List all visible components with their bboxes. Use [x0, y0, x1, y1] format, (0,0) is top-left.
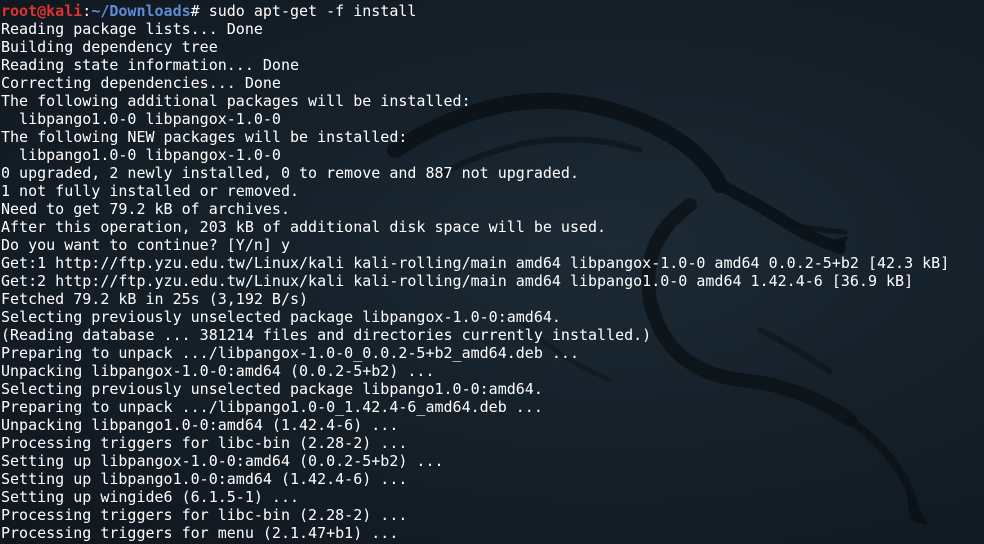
output-line: Processing triggers for libc-bin (2.28-2… — [1, 434, 408, 452]
command-line: root@kali:~/Downloads# sudo apt-get -f i… — [1, 2, 949, 20]
output-line: Preparing to unpack .../libpangox-1.0-0_… — [1, 344, 579, 362]
output-line: Preparing to unpack .../libpango1.0-0_1.… — [1, 398, 543, 416]
prompt-path: ~/Downloads — [91, 2, 191, 20]
output-line: The following additional packages will b… — [1, 92, 471, 110]
prompt-at: @ — [37, 2, 47, 20]
output-line: Correcting dependencies... Done — [1, 74, 281, 92]
prompt-symbol: # — [190, 2, 200, 20]
output-line: Processing triggers for libc-bin (2.28-2… — [1, 506, 408, 524]
output-line: After this operation, 203 kB of addition… — [1, 218, 607, 236]
output-line: Unpacking libpangox-1.0-0:amd64 (0.0.2-5… — [1, 362, 435, 380]
output-line: Do you want to continue? [Y/n] y — [1, 236, 290, 254]
output-line: Unpacking libpango1.0-0:amd64 (1.42.4-6)… — [1, 416, 399, 434]
output-line: Setting up libpangox-1.0-0:amd64 (0.0.2-… — [1, 452, 444, 470]
output-line: Get:2 http://ftp.yzu.edu.tw/Linux/kali k… — [1, 272, 914, 290]
output-line: Setting up libpango1.0-0:amd64 (1.42.4-6… — [1, 470, 408, 488]
output-line: Need to get 79.2 kB of archives. — [1, 200, 290, 218]
output-line: Get:1 http://ftp.yzu.edu.tw/Linux/kali k… — [1, 254, 950, 272]
prompt-user: root — [1, 2, 38, 20]
command-text: sudo apt-get -f install — [199, 2, 417, 20]
output-line: Selecting previously unselected package … — [1, 380, 543, 398]
output-line: The following NEW packages will be insta… — [1, 128, 408, 146]
terminal-window[interactable]: root@kali:~/Downloads# sudo apt-get -f i… — [0, 0, 984, 544]
output-line: Building dependency tree — [1, 38, 218, 56]
output-line: libpango1.0-0 libpangox-1.0-0 — [1, 110, 281, 128]
prompt-host: kali — [46, 2, 83, 20]
output-line: 0 upgraded, 2 newly installed, 0 to remo… — [1, 164, 579, 182]
output-line: Setting up wingide6 (6.1.5-1) ... — [1, 488, 300, 506]
output-line: Processing triggers for menu (2.1.47+b1)… — [1, 524, 399, 542]
output-line: Reading package lists... Done — [1, 20, 263, 38]
output-line: libpango1.0-0 libpangox-1.0-0 — [1, 146, 281, 164]
output-line: Fetched 79.2 kB in 25s (3,192 B/s) — [1, 290, 309, 308]
prompt-colon: : — [82, 2, 92, 20]
output-line: Selecting previously unselected package … — [1, 308, 561, 326]
output-line: (Reading database ... 381214 files and d… — [1, 326, 652, 344]
output-line: Reading state information... Done — [1, 56, 300, 74]
terminal-output: root@kali:~/Downloads# sudo apt-get -f i… — [1, 2, 949, 542]
output-line: 1 not fully installed or removed. — [1, 182, 300, 200]
